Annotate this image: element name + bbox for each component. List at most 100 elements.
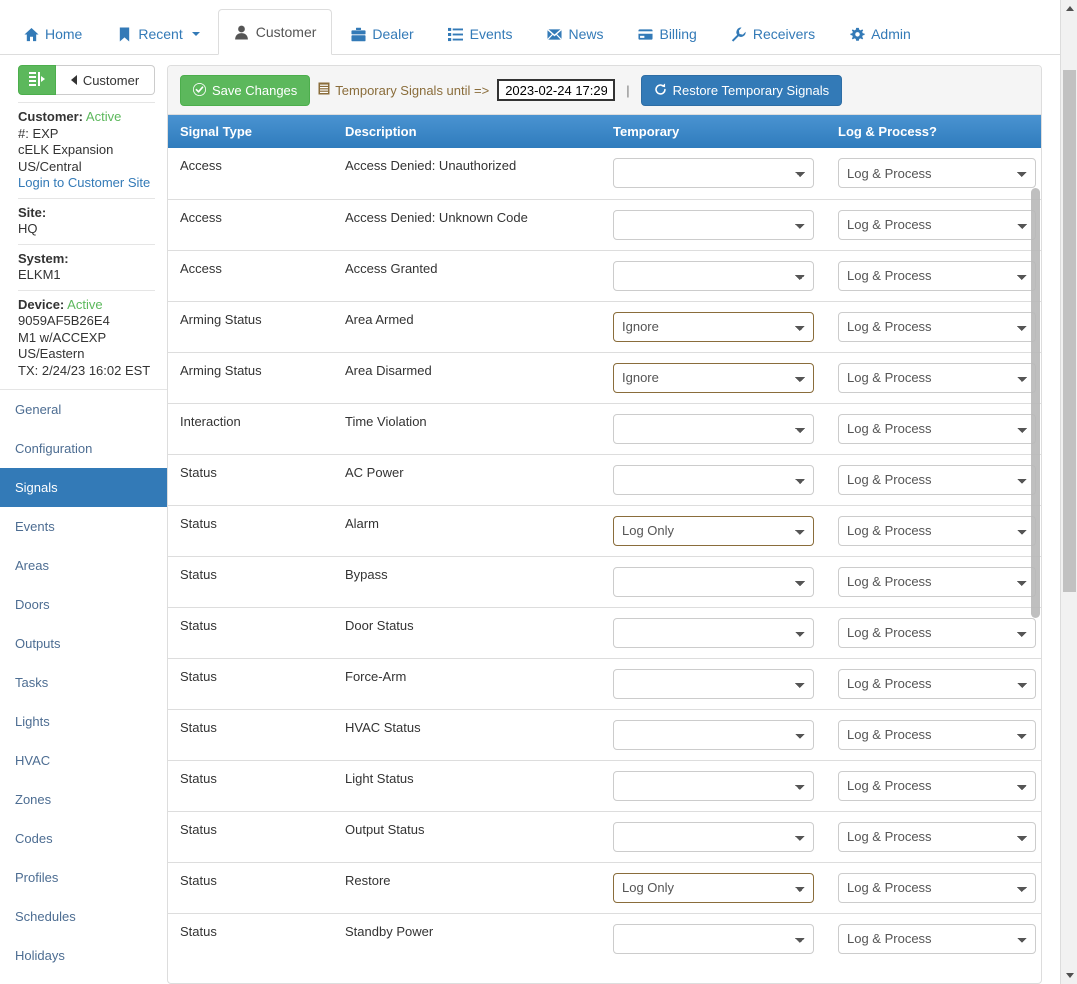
temporary-select[interactable]: IgnoreLog Only bbox=[613, 617, 814, 648]
log-process-select[interactable]: Log & Process bbox=[838, 821, 1036, 852]
sidebar-collapse-button[interactable] bbox=[18, 65, 56, 95]
nav-tab-billing[interactable]: Billing bbox=[621, 13, 712, 55]
table-row: AccessAccess Granted IgnoreLog Only Log & … bbox=[168, 249, 1041, 301]
signals-toolbar: Save Changes Temporary Signals until => … bbox=[168, 66, 1041, 115]
credit-card-icon bbox=[637, 26, 653, 42]
temporary-select[interactable]: IgnoreLog Only bbox=[613, 821, 814, 852]
sidebar-item-general[interactable]: General bbox=[0, 390, 167, 429]
sidebar-item-label[interactable]: Zones bbox=[0, 780, 167, 819]
scroll-down-button[interactable] bbox=[1061, 967, 1077, 984]
window-scrollbar[interactable] bbox=[1060, 0, 1077, 984]
sidebar-item-label[interactable]: Outputs bbox=[0, 624, 167, 663]
sidebar-item-label[interactable]: Configuration bbox=[0, 429, 167, 468]
log-process-select[interactable]: Log & Process bbox=[838, 311, 1036, 342]
sidebar-item-pending[interactable]: Pending bbox=[0, 975, 167, 984]
log-process-select[interactable]: Log & Process bbox=[838, 923, 1036, 954]
log-process-select[interactable]: Log & Process bbox=[838, 464, 1036, 495]
sidebar-item-areas[interactable]: Areas bbox=[0, 546, 167, 585]
nav-tab-receivers[interactable]: Receivers bbox=[715, 13, 831, 55]
temporary-until-date-input[interactable] bbox=[497, 79, 616, 101]
log-process-select[interactable]: Log & Process bbox=[838, 209, 1036, 240]
table-row: StatusAC Power IgnoreLog Only Log & Proces… bbox=[168, 453, 1041, 505]
panel-scrollbar[interactable] bbox=[1031, 188, 1040, 618]
sidebar-item-outputs[interactable]: Outputs bbox=[0, 624, 167, 663]
save-changes-button[interactable]: Save Changes bbox=[180, 74, 311, 106]
sidebar-item-label[interactable]: Pending bbox=[0, 975, 167, 984]
sidebar-item-label[interactable]: Codes bbox=[0, 819, 167, 858]
log-process-select[interactable]: Log & Process bbox=[838, 158, 1036, 188]
table-row: StatusOutput Status IgnoreLog Only Log & P… bbox=[168, 810, 1041, 862]
nav-tab-home[interactable]: Home bbox=[7, 13, 98, 55]
restore-temporary-signals-button[interactable]: Restore Temporary Signals bbox=[640, 74, 843, 106]
window-scrollbar-thumb[interactable] bbox=[1063, 70, 1076, 592]
log-process-select[interactable]: Log & Process bbox=[838, 515, 1036, 546]
sidebar-item-label[interactable]: Areas bbox=[0, 546, 167, 585]
table-row: Arming StatusArea Armed IgnoreLog Only Log… bbox=[168, 300, 1041, 352]
cell-description: Alarm bbox=[333, 504, 601, 556]
temporary-select[interactable]: IgnoreLog Only bbox=[613, 515, 814, 546]
log-process-select[interactable]: Log & Process bbox=[838, 719, 1036, 750]
nav-tab-customer[interactable]: Customer bbox=[217, 9, 333, 55]
temporary-select[interactable]: IgnoreLog Only bbox=[613, 362, 814, 393]
temporary-select[interactable]: IgnoreLog Only bbox=[613, 260, 814, 291]
cell-log-process: Log & Process bbox=[826, 657, 1041, 709]
temporary-select[interactable]: IgnoreLog Only bbox=[613, 158, 814, 188]
log-process-select[interactable]: Log & Process bbox=[838, 566, 1036, 597]
signals-table-scroll[interactable]: Signal Type Description Temporary Log & … bbox=[168, 115, 1041, 983]
sidebar-item-label[interactable]: General bbox=[0, 390, 167, 429]
log-process-select[interactable]: Log & Process bbox=[838, 362, 1036, 393]
temporary-select[interactable]: IgnoreLog Only bbox=[613, 209, 814, 240]
sidebar-item-label[interactable]: Tasks bbox=[0, 663, 167, 702]
wrench-icon bbox=[731, 26, 747, 42]
sidebar-item-doors[interactable]: Doors bbox=[0, 585, 167, 624]
sidebar-item-zones[interactable]: Zones bbox=[0, 780, 167, 819]
nav-tab-events[interactable]: Events bbox=[432, 13, 529, 55]
back-to-customer-button[interactable]: Customer bbox=[56, 65, 155, 95]
temporary-select[interactable]: IgnoreLog Only bbox=[613, 413, 814, 444]
login-to-customer-site-link[interactable]: Login to Customer Site bbox=[18, 175, 150, 190]
sidebar-item-signals[interactable]: Signals bbox=[0, 468, 167, 507]
temporary-select[interactable]: IgnoreLog Only bbox=[613, 566, 814, 597]
log-process-select[interactable]: Log & Process bbox=[838, 872, 1036, 903]
sidebar-item-label[interactable]: HVAC bbox=[0, 741, 167, 780]
sidebar-item-holidays[interactable]: Holidays bbox=[0, 936, 167, 975]
panel-scrollbar-thumb[interactable] bbox=[1031, 188, 1040, 618]
log-process-select[interactable]: Log & Process bbox=[838, 668, 1036, 699]
temporary-select[interactable]: IgnoreLog Only bbox=[613, 770, 814, 801]
sidebar-item-label[interactable]: Signals bbox=[0, 468, 167, 507]
log-process-select[interactable]: Log & Process bbox=[838, 260, 1036, 291]
temporary-select[interactable]: IgnoreLog Only bbox=[613, 719, 814, 750]
sidebar-item-label[interactable]: Profiles bbox=[0, 858, 167, 897]
cell-description: Door Status bbox=[333, 606, 601, 658]
temporary-select[interactable]: IgnoreLog Only bbox=[613, 464, 814, 495]
nav-tab-news[interactable]: News bbox=[530, 13, 619, 55]
sidebar-item-events[interactable]: Events bbox=[0, 507, 167, 546]
sidebar-item-configuration[interactable]: Configuration bbox=[0, 429, 167, 468]
sidebar-item-profiles[interactable]: Profiles bbox=[0, 858, 167, 897]
cell-description: Access Granted bbox=[333, 249, 601, 301]
sidebar-item-codes[interactable]: Codes bbox=[0, 819, 167, 858]
sidebar-item-label[interactable]: Doors bbox=[0, 585, 167, 624]
nav-tab-dealer[interactable]: Dealer bbox=[334, 13, 429, 55]
temporary-select[interactable]: IgnoreLog Only bbox=[613, 872, 814, 903]
sidebar-item-hvac[interactable]: HVAC bbox=[0, 741, 167, 780]
nav-tab-recent[interactable]: Recent bbox=[100, 13, 215, 55]
sidebar-item-label[interactable]: Schedules bbox=[0, 897, 167, 936]
log-process-select[interactable]: Log & Process bbox=[838, 770, 1036, 801]
user-icon bbox=[234, 24, 250, 40]
temporary-select[interactable]: IgnoreLog Only bbox=[613, 923, 814, 954]
sidebar-item-schedules[interactable]: Schedules bbox=[0, 897, 167, 936]
log-process-select[interactable]: Log & Process bbox=[838, 413, 1036, 444]
log-process-select[interactable]: Log & Process bbox=[838, 617, 1036, 648]
cell-temporary: IgnoreLog Only bbox=[601, 249, 826, 301]
cell-log-process: Log & Process bbox=[826, 351, 1041, 403]
scroll-up-button[interactable] bbox=[1061, 0, 1077, 17]
sidebar-item-label[interactable]: Holidays bbox=[0, 936, 167, 975]
sidebar-item-tasks[interactable]: Tasks bbox=[0, 663, 167, 702]
nav-tab-admin[interactable]: Admin bbox=[833, 13, 927, 55]
temporary-select[interactable]: IgnoreLog Only bbox=[613, 311, 814, 342]
temporary-select[interactable]: IgnoreLog Only bbox=[613, 668, 814, 699]
sidebar-item-label[interactable]: Lights bbox=[0, 702, 167, 741]
sidebar-item-label[interactable]: Events bbox=[0, 507, 167, 546]
sidebar-item-lights[interactable]: Lights bbox=[0, 702, 167, 741]
